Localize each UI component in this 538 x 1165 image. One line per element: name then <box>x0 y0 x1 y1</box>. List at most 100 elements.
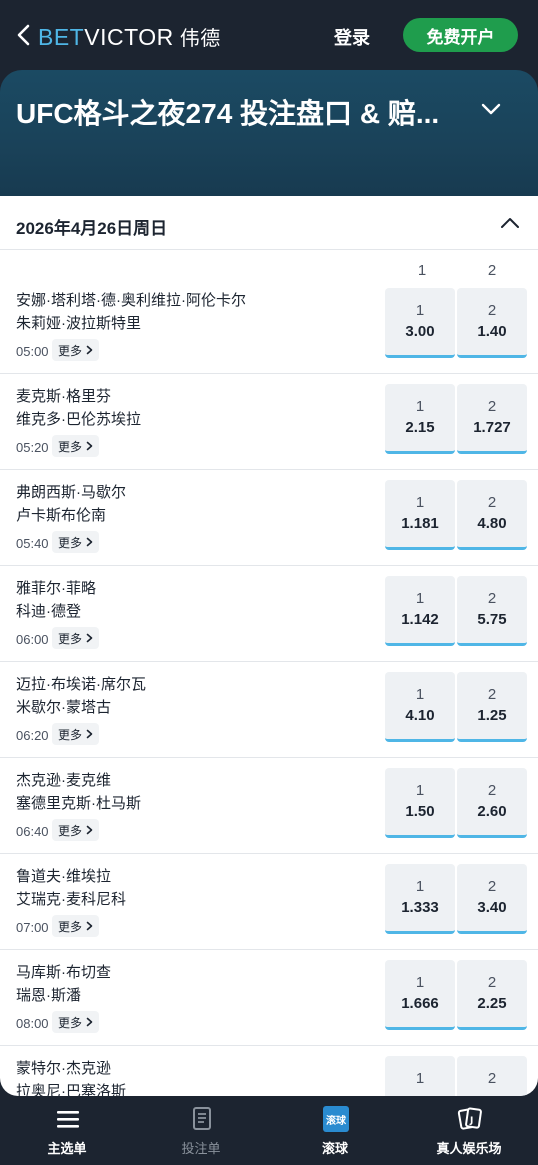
odds-button-2[interactable]: 2 1.40 <box>457 288 527 358</box>
more-markets-button[interactable]: 更多 <box>52 819 100 841</box>
odds-button-1[interactable]: 1 3.00 <box>385 288 455 358</box>
odds-value: 1.727 <box>473 419 511 436</box>
odds-button-1[interactable]: 1 1.666 <box>385 960 455 1030</box>
fighter-1-name[interactable]: 弗朗西斯·马歇尔 <box>16 481 126 502</box>
betslip-icon <box>193 1107 211 1130</box>
more-label: 更多 <box>58 343 83 358</box>
odds-value: 1.666 <box>401 995 439 1012</box>
fighter-1-name[interactable]: 雅菲尔·菲略 <box>16 577 96 598</box>
match-time: 06:00 <box>16 632 49 647</box>
fighter-2-name[interactable]: 维克多·巴伦苏埃拉 <box>16 408 141 429</box>
tab-label: 投注单 <box>181 1141 221 1156</box>
fighter-2-name[interactable]: 瑞恩·斯潘 <box>16 984 81 1005</box>
chevron-down-icon[interactable] <box>478 98 504 120</box>
fighter-1-name[interactable]: 迈拉·布埃诺·席尔瓦 <box>16 673 146 694</box>
more-label: 更多 <box>58 919 83 934</box>
odds-button-1[interactable]: 1 <box>385 1056 455 1096</box>
fighter-2-name[interactable]: 科迪·德登 <box>16 600 81 621</box>
fighter-2-name[interactable]: 朱莉娅·波拉斯特里 <box>16 312 141 333</box>
match-row: 迈拉·布埃诺·席尔瓦 米歇尔·蒙塔古 06:20 更多 1 4.10 2 1.2… <box>0 662 538 758</box>
odds-button-2[interactable]: 2 1.25 <box>457 672 527 742</box>
fighter-2-name[interactable]: 米歇尔·蒙塔古 <box>16 696 111 717</box>
odds-value: 1.40 <box>477 323 507 340</box>
match-row: 安娜·塔利塔·德·奥利维拉·阿伦卡尔 朱莉娅·波拉斯特里 05:00 更多 1 … <box>0 278 538 374</box>
live-icon: 滚球 <box>323 1106 349 1132</box>
fighter-1-name[interactable]: 马库斯·布切查 <box>16 961 111 982</box>
odds-label: 1 <box>415 878 425 895</box>
match-row: 杰克逊·麦克维 塞德里克斯·杜马斯 06:40 更多 1 1.50 2 2.60 <box>0 758 538 854</box>
match-time: 06:40 <box>16 824 49 839</box>
tab-live-casino[interactable]: J 真人娱乐场 <box>402 1096 536 1165</box>
fighter-1-name[interactable]: 蒙特尔·杰克逊 <box>16 1057 111 1078</box>
column-header-2: 2 <box>487 262 497 279</box>
odds-button-2[interactable]: 2 2.25 <box>457 960 527 1030</box>
tab-label: 滚球 <box>321 1141 348 1156</box>
fighter-1-name[interactable]: 安娜·塔利塔·德·奥利维拉·阿伦卡尔 <box>16 289 246 310</box>
odds-label: 1 <box>415 398 425 415</box>
odds-button-2[interactable]: 2 3.40 <box>457 864 527 934</box>
odds-button-2[interactable]: 2 1.727 <box>457 384 527 454</box>
odds-label: 2 <box>487 974 497 991</box>
match-row: 蒙特尔·杰克逊 拉奥尼·巴塞洛斯 更多 1 2 <box>0 1046 538 1096</box>
tab-main-menu[interactable]: 主选单 <box>0 1096 134 1165</box>
odds-label: 1 <box>415 590 425 607</box>
match-time: 07:00 <box>16 920 49 935</box>
logo-victor: VICTOR <box>84 24 174 50</box>
odds-button-1[interactable]: 1 4.10 <box>385 672 455 742</box>
fighter-2-name[interactable]: 拉奥尼·巴塞洛斯 <box>16 1080 126 1096</box>
more-markets-button[interactable]: 更多 <box>52 339 100 361</box>
more-markets-button[interactable]: 更多 <box>52 915 100 937</box>
odds-label: 1 <box>415 686 425 703</box>
odds-button-1[interactable]: 1 1.181 <box>385 480 455 550</box>
match-row: 弗朗西斯·马歇尔 卢卡斯布伦南 05:40 更多 1 1.181 2 4.80 <box>0 470 538 566</box>
brand-logo[interactable]: BETVICTOR 伟德 <box>38 22 221 51</box>
date-section-header[interactable]: 2026年4月26日周日 <box>0 196 538 250</box>
odds-value: 1.50 <box>405 803 435 820</box>
more-label: 更多 <box>58 1015 83 1030</box>
event-header: UFC格斗之夜274 投注盘口 & 赔... <box>0 70 538 196</box>
fighter-1-name[interactable]: 麦克斯·格里芬 <box>16 385 111 406</box>
odds-label: 2 <box>487 782 497 799</box>
match-time: 05:40 <box>16 536 49 551</box>
odds-value: 4.10 <box>405 707 435 724</box>
odds-label: 1 <box>415 494 425 511</box>
fighter-1-name[interactable]: 鲁道夫·维埃拉 <box>16 865 111 886</box>
odds-button-2[interactable]: 2 4.80 <box>457 480 527 550</box>
odds-button-2[interactable]: 2 <box>457 1056 527 1096</box>
fighter-2-name[interactable]: 卢卡斯布伦南 <box>16 504 106 525</box>
more-markets-button[interactable]: 更多 <box>52 627 100 649</box>
odds-value: 1.181 <box>401 515 439 532</box>
fighter-1-name[interactable]: 杰克逊·麦克维 <box>16 769 111 790</box>
tab-betslip[interactable]: 投注单 <box>134 1096 268 1165</box>
odds-value: 2.15 <box>405 419 435 436</box>
odds-button-1[interactable]: 1 1.333 <box>385 864 455 934</box>
signup-button[interactable]: 免费开户 <box>403 18 518 52</box>
more-label: 更多 <box>58 535 83 550</box>
chevron-up-icon[interactable] <box>498 214 522 232</box>
more-markets-button[interactable]: 更多 <box>52 723 100 745</box>
tab-live[interactable]: 滚球 滚球 <box>268 1096 402 1165</box>
chevron-right-icon <box>86 441 93 451</box>
more-label: 更多 <box>58 631 83 646</box>
more-markets-button[interactable]: 更多 <box>52 1011 100 1033</box>
more-label: 更多 <box>58 823 83 838</box>
login-button[interactable]: 登录 <box>334 24 370 50</box>
odds-label: 1 <box>415 302 425 319</box>
odds-button-1[interactable]: 1 1.50 <box>385 768 455 838</box>
odds-label: 1 <box>415 782 425 799</box>
more-markets-button[interactable]: 更多 <box>52 531 100 553</box>
odds-label: 1 <box>415 974 425 991</box>
fighter-2-name[interactable]: 艾瑞克·麦科尼科 <box>16 888 126 909</box>
odds-label: 2 <box>487 398 497 415</box>
odds-button-2[interactable]: 2 2.60 <box>457 768 527 838</box>
odds-button-1[interactable]: 1 1.142 <box>385 576 455 646</box>
menu-icon <box>57 1111 79 1128</box>
fighter-2-name[interactable]: 塞德里克斯·杜马斯 <box>16 792 141 813</box>
back-arrow-icon[interactable] <box>14 22 34 48</box>
odds-label: 2 <box>487 590 497 607</box>
odds-button-2[interactable]: 2 5.75 <box>457 576 527 646</box>
odds-label: 2 <box>487 686 497 703</box>
logo-cn: 伟德 <box>179 28 221 50</box>
odds-button-1[interactable]: 1 2.15 <box>385 384 455 454</box>
more-markets-button[interactable]: 更多 <box>52 435 100 457</box>
